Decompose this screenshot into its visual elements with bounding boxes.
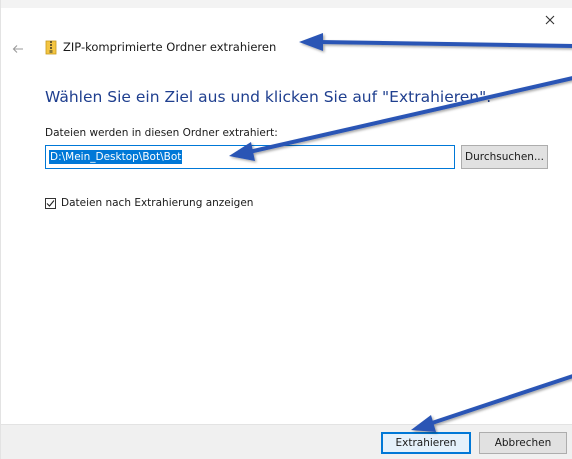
back-arrow-icon — [12, 45, 23, 53]
close-icon — [545, 15, 555, 25]
extract-button[interactable]: Extrahieren — [381, 432, 471, 454]
window-title: ZIP-komprimierte Ordner extrahieren — [63, 40, 277, 54]
browse-button[interactable]: Durchsuchen... — [461, 145, 548, 169]
annotation-arrow-title — [299, 33, 572, 51]
close-button[interactable] — [535, 9, 565, 31]
checkmark-icon — [46, 199, 55, 207]
destination-input[interactable]: D:\Mein_Desktop\Bot\Bot — [45, 145, 455, 169]
show-files-label: Dateien nach Extrahierung anzeigen — [61, 197, 254, 209]
page-heading: Wählen Sie ein Ziel aus und klicken Sie … — [45, 88, 492, 106]
zip-folder-icon — [45, 40, 57, 55]
back-button[interactable] — [7, 38, 29, 60]
destination-label: Dateien werden in diesen Ordner extrahie… — [45, 127, 278, 139]
show-files-option[interactable]: Dateien nach Extrahierung anzeigen — [45, 197, 253, 209]
extract-dialog: ZIP-komprimierte Ordner extrahieren Wähl… — [0, 0, 572, 459]
annotation-arrows — [229, 33, 572, 432]
destination-value: D:\Mein_Desktop\Bot\Bot — [49, 150, 183, 164]
cancel-button[interactable]: Abbrechen — [479, 432, 567, 454]
show-files-checkbox[interactable] — [45, 197, 56, 209]
title-bar — [1, 0, 572, 8]
